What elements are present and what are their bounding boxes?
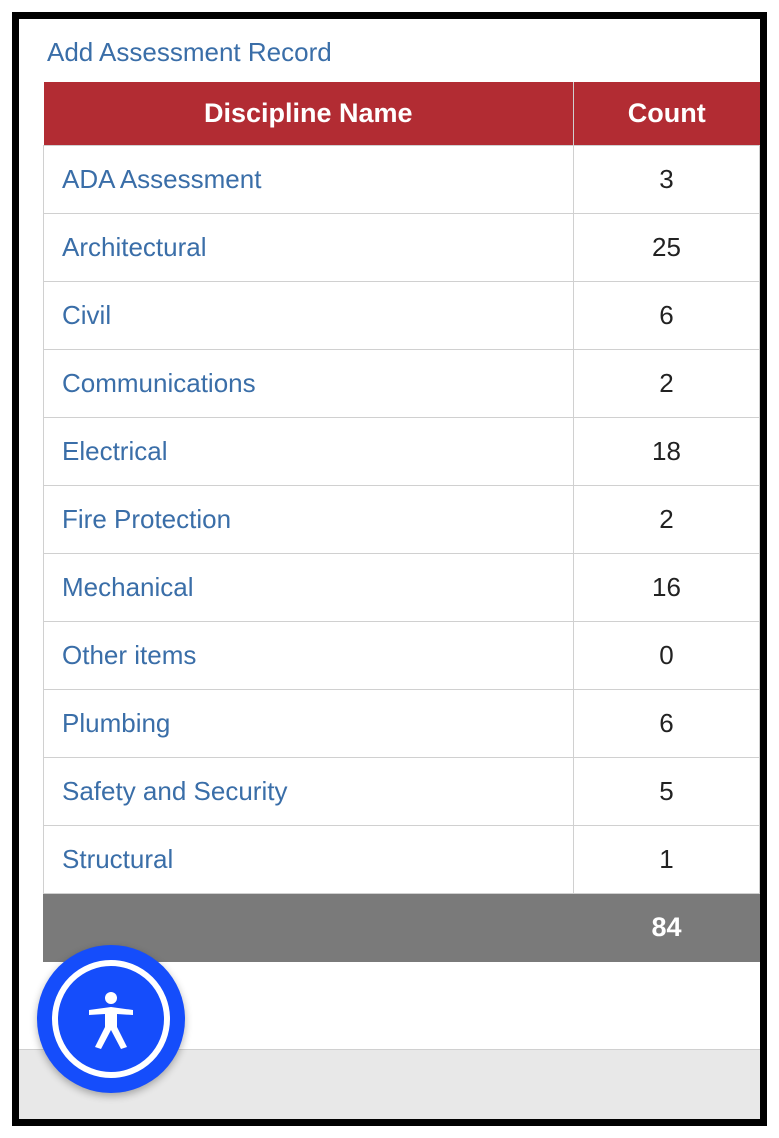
table-row: Civil6 [44, 282, 760, 350]
table-row: Structural1 [44, 826, 760, 894]
total-row: 84 [44, 894, 760, 962]
discipline-count: 0 [574, 622, 760, 690]
table-row: Mechanical16 [44, 554, 760, 622]
discipline-name-link[interactable]: Structural [44, 826, 574, 894]
header-discipline-name[interactable]: Discipline Name [44, 82, 574, 146]
table-row: ADA Assessment3 [44, 146, 760, 214]
discipline-count: 2 [574, 350, 760, 418]
discipline-count: 25 [574, 214, 760, 282]
table-row: Fire Protection2 [44, 486, 760, 554]
discipline-count: 2 [574, 486, 760, 554]
discipline-name-link[interactable]: Plumbing [44, 690, 574, 758]
discipline-count: 1 [574, 826, 760, 894]
accessibility-icon [79, 987, 143, 1051]
discipline-name-link[interactable]: Civil [44, 282, 574, 350]
accessibility-ring [52, 960, 170, 1078]
table-row: Plumbing6 [44, 690, 760, 758]
discipline-count: 3 [574, 146, 760, 214]
accessibility-button[interactable] [37, 945, 185, 1093]
table-row: Other items0 [44, 622, 760, 690]
discipline-name-link[interactable]: Architectural [44, 214, 574, 282]
discipline-count: 5 [574, 758, 760, 826]
add-assessment-link[interactable]: Add Assessment Record [47, 37, 332, 68]
header-count[interactable]: Count [574, 82, 760, 146]
table-row: Communications2 [44, 350, 760, 418]
table-row: Electrical18 [44, 418, 760, 486]
discipline-count: 6 [574, 690, 760, 758]
discipline-count: 18 [574, 418, 760, 486]
discipline-count: 6 [574, 282, 760, 350]
discipline-name-link[interactable]: Fire Protection [44, 486, 574, 554]
discipline-name-link[interactable]: Mechanical [44, 554, 574, 622]
table-row: Architectural25 [44, 214, 760, 282]
discipline-count: 16 [574, 554, 760, 622]
discipline-name-link[interactable]: ADA Assessment [44, 146, 574, 214]
discipline-table: Discipline Name Count ADA Assessment3Arc… [43, 82, 760, 962]
table-row: Safety and Security5 [44, 758, 760, 826]
total-count: 84 [574, 894, 760, 962]
app-frame: Add Assessment Record Discipline Name Co… [12, 12, 767, 1126]
discipline-name-link[interactable]: Safety and Security [44, 758, 574, 826]
content-area: Add Assessment Record Discipline Name Co… [19, 19, 760, 962]
discipline-name-link[interactable]: Electrical [44, 418, 574, 486]
discipline-name-link[interactable]: Other items [44, 622, 574, 690]
discipline-name-link[interactable]: Communications [44, 350, 574, 418]
